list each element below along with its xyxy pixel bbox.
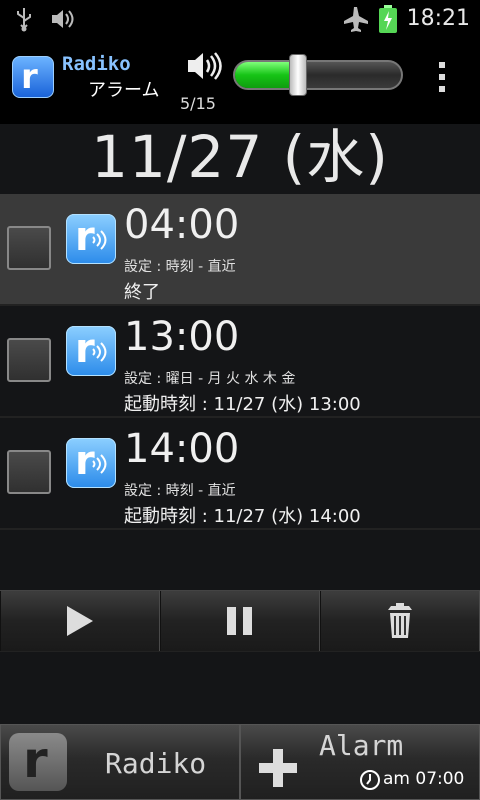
alarm-time: 04:00	[124, 202, 240, 248]
radiko-icon: r	[66, 438, 116, 488]
next-alarm-time: am 07:00	[383, 769, 465, 789]
alarm-setting: 設定 : 曜日 - 月 火 水 木 金	[124, 371, 296, 387]
status-clock: 18:21	[406, 6, 470, 31]
play-button[interactable]	[0, 591, 160, 651]
app-subtitle: アラーム	[88, 80, 160, 101]
overflow-menu-icon[interactable]	[430, 58, 454, 98]
alarm-status: 終了	[124, 282, 160, 303]
alarm-row[interactable]: r 14:00 設定 : 時刻 - 直近 起動時刻 : 11/27 (水) 14…	[0, 418, 480, 530]
add-alarm-button[interactable]: Alarm am 07:00	[240, 724, 480, 800]
alarm-row[interactable]: r 13:00 設定 : 曜日 - 月 火 水 木 金 起動時刻 : 11/27…	[0, 306, 480, 418]
alarm-status: 起動時刻 : 11/27 (水) 13:00	[124, 394, 361, 415]
plus-icon	[259, 749, 297, 787]
app-logo-icon: r	[12, 56, 54, 98]
pause-icon	[227, 607, 252, 635]
alarm-time: 13:00	[124, 314, 240, 360]
airplane-icon	[344, 7, 368, 32]
status-bar: 18:21	[0, 0, 480, 38]
volume-slider-thumb[interactable]	[289, 54, 307, 96]
alarm-checkbox[interactable]	[7, 226, 51, 270]
alarm-time: 14:00	[124, 426, 240, 472]
app-title: Radiko	[62, 53, 131, 75]
delete-button[interactable]	[320, 591, 480, 651]
play-icon	[67, 606, 93, 636]
speaker-icon	[52, 10, 74, 28]
app-bar: r Radiko アラーム 5/15	[0, 38, 480, 124]
volume-slider[interactable]	[233, 60, 403, 90]
alarm-checkbox[interactable]	[7, 338, 51, 382]
volume-icon[interactable]	[186, 48, 222, 84]
alarm-setting: 設定 : 時刻 - 直近	[124, 259, 236, 275]
trash-icon	[388, 603, 412, 638]
radiko-app-icon: r	[9, 731, 67, 791]
alarm-checkbox[interactable]	[7, 450, 51, 494]
alarm-row[interactable]: r 04:00 設定 : 時刻 - 直近 終了	[0, 194, 480, 306]
alarm-setting: 設定 : 時刻 - 直近	[124, 483, 236, 499]
volume-count: 5/15	[180, 94, 216, 113]
radiko-button-label: Radiko	[105, 747, 207, 780]
current-datetime: 11/27 (水) 13:00	[91, 123, 389, 256]
radiko-icon: r	[66, 326, 116, 376]
usb-icon	[17, 8, 31, 32]
alarm-button-label: Alarm	[319, 729, 404, 762]
clock-icon	[360, 770, 380, 790]
radiko-button[interactable]: r Radiko	[0, 724, 240, 800]
alarm-status: 起動時刻 : 11/27 (水) 14:00	[124, 506, 361, 527]
bottom-bar: r Radiko Alarm am 07:00	[0, 724, 480, 800]
pause-button[interactable]	[160, 591, 320, 651]
playback-controls	[0, 590, 480, 652]
battery-charging-icon	[379, 5, 397, 33]
alarm-list: r 04:00 設定 : 時刻 - 直近 終了 r 13:00 設定 : 曜日 …	[0, 194, 480, 530]
radiko-icon: r	[66, 214, 116, 264]
